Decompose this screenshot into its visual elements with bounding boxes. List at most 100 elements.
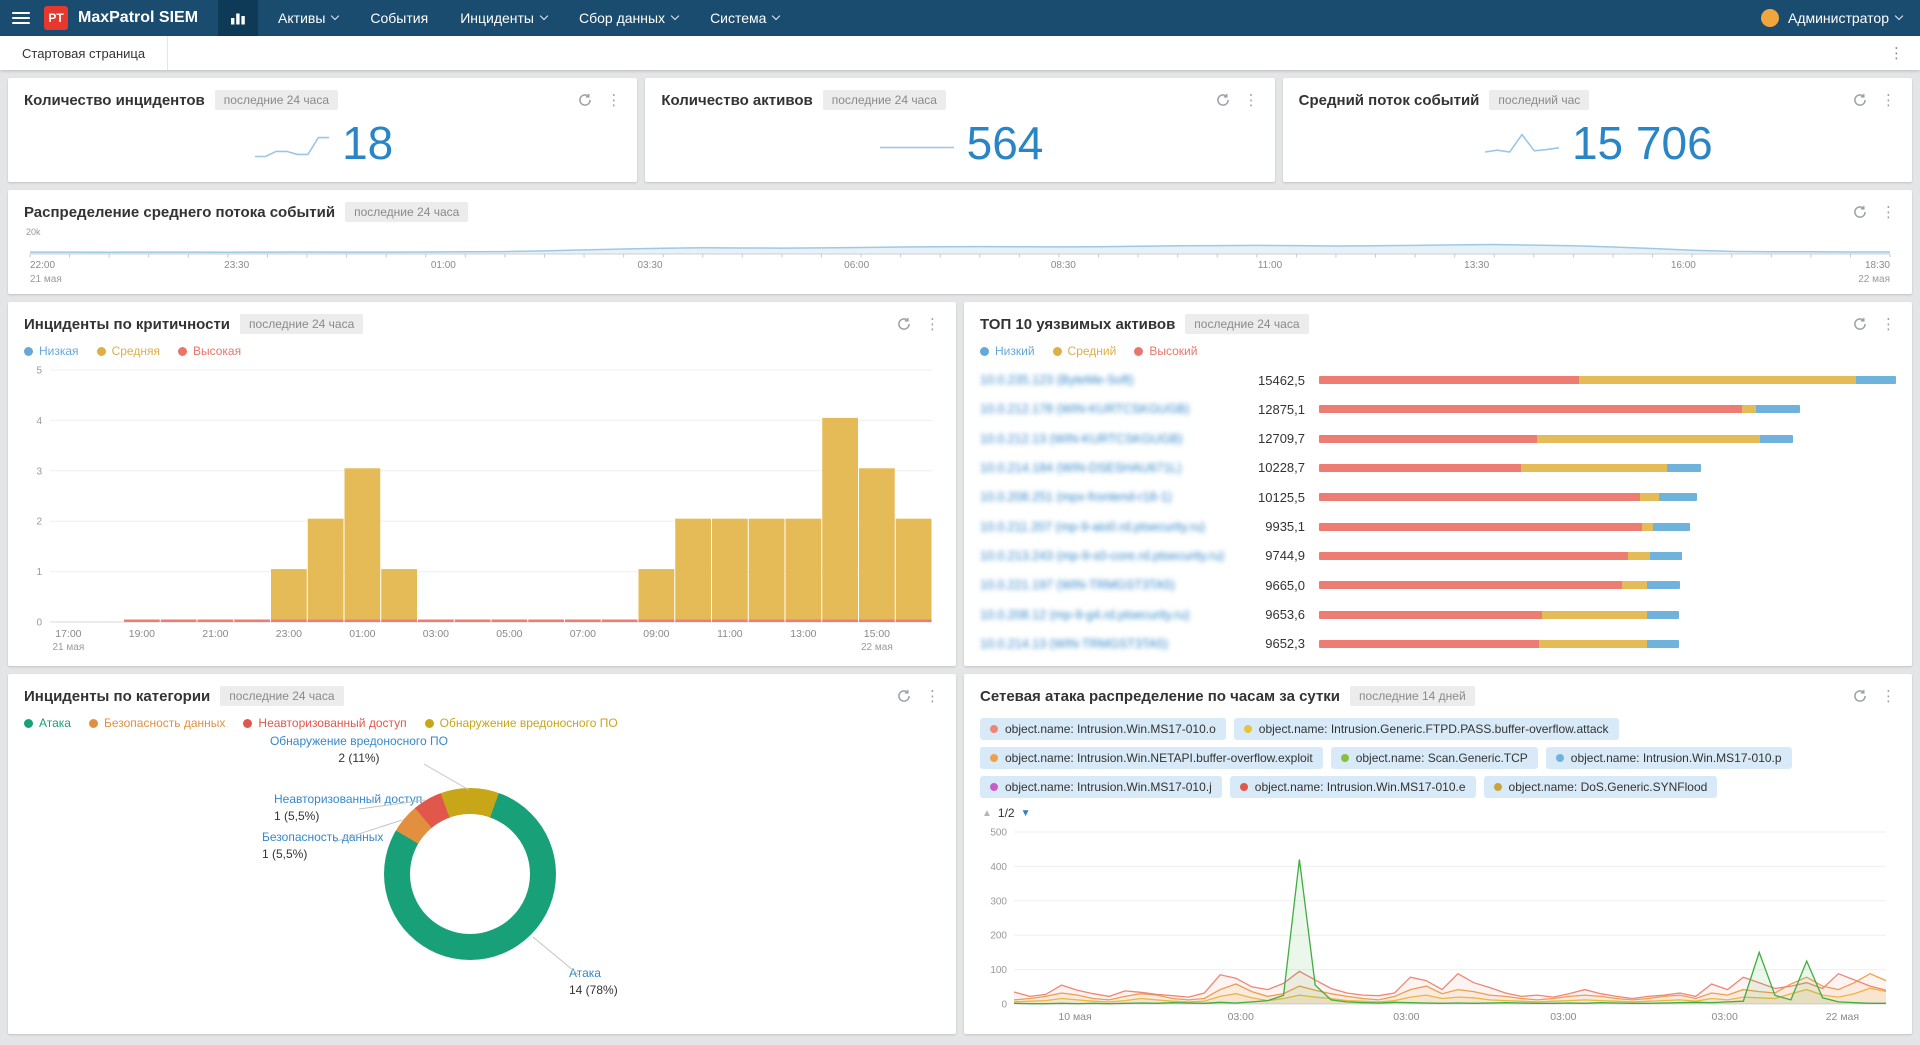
series-dot [990, 783, 998, 791]
card-head: Сетевая атака распределение по часам за … [980, 684, 1896, 708]
series-dot [1555, 754, 1564, 762]
refresh-button[interactable] [1853, 205, 1867, 219]
dashboard-icon-tile[interactable] [218, 0, 259, 36]
hamburger-menu-icon[interactable] [12, 12, 30, 24]
series-chip-6[interactable]: object.name: Intrusion.Win.MS17-010.j [980, 776, 1222, 798]
svg-text:18:30: 18:30 [1865, 260, 1890, 271]
categories-legend-item[interactable]: Обнаружение вредоносного ПО [424, 716, 618, 730]
pt-logo[interactable]: PT [44, 6, 68, 30]
asset-link[interactable]: 10.0.208.12 (mp-9-g4.rd.ptsecurity.ru) [980, 608, 1235, 622]
asset-link[interactable]: 10.0.214.13 (WIN-TRMGST3TA5) [980, 637, 1235, 651]
categories-legend-item[interactable]: Неавторизованный доступ [243, 716, 407, 730]
svg-text:20k: 20k [26, 227, 41, 237]
series-chip-label: object.name: Intrusion.Win.MS17-010.j [1005, 780, 1212, 794]
asset-link[interactable]: 10.0.212.13 (WIN-KURTCSKGUGB) [980, 432, 1235, 446]
user-menu[interactable]: Администратор [1788, 10, 1904, 26]
asset-row: 10.0.212.13 (WIN-KURTCSKGUGB) 12709,7 [980, 427, 1896, 451]
kebab-menu-icon[interactable]: ⋮ [1881, 91, 1896, 109]
series-chip-4[interactable]: object.name: Scan.Generic.TCP [1330, 747, 1538, 769]
asset-link[interactable]: 10.0.208.251 (mpx-frontend-r18-1) [980, 490, 1235, 504]
assets-legend-item[interactable]: Высокий [1134, 344, 1197, 358]
bar-segment-yellow [1641, 522, 1653, 531]
svg-text:22 мая: 22 мая [1858, 274, 1890, 285]
svg-text:13:00: 13:00 [790, 628, 816, 640]
legend-label: Низкий [995, 344, 1035, 358]
kebab-menu-icon[interactable]: ⋮ [606, 91, 621, 109]
user-avatar[interactable] [1760, 9, 1779, 27]
kebab-menu-icon[interactable]: ⋮ [1881, 687, 1896, 705]
refresh-button[interactable] [1216, 93, 1230, 107]
nav-item-5[interactable]: Система [694, 0, 795, 36]
card-eps-distribution: Распределение среднего потока событий пос… [8, 190, 1912, 294]
nav-item-4[interactable]: Сбор данных [563, 0, 694, 36]
severity-legend-item[interactable]: Высокая [177, 344, 241, 358]
series-chip-8[interactable]: object.name: DoS.Generic.SYNFlood [1483, 776, 1718, 798]
nav-item-1[interactable]: Активы [262, 0, 354, 36]
bar-segment-yellow [1537, 434, 1761, 443]
kebab-menu-icon[interactable]: ⋮ [1881, 315, 1896, 333]
series-chip-1[interactable]: object.name: Intrusion.Win.MS17-010.o [980, 718, 1226, 740]
nav-item-3[interactable]: Инциденты [444, 0, 563, 36]
kebab-menu-icon[interactable]: ⋮ [925, 687, 940, 705]
asset-link[interactable]: 10.0.214.184 (WIN-DSESHAU671L) [980, 461, 1235, 475]
asset-link[interactable]: 10.0.212.178 (WIN-KURTCSKGUGB) [980, 402, 1235, 416]
series-chip-5[interactable]: object.name: Intrusion.Win.MS17-010.p [1545, 747, 1792, 769]
pager-up-icon[interactable]: ▲ [982, 808, 992, 819]
tab-start-page[interactable]: Стартовая страница [0, 36, 169, 70]
refresh-button[interactable] [897, 317, 911, 331]
kpi-row: Количество инцидентов последние 24 часа ⋮ 1… [8, 78, 1912, 182]
series-dot [990, 754, 998, 762]
bar-segment-yellow [1621, 581, 1648, 590]
series-chip-3[interactable]: object.name: Intrusion.Win.NETAPI.buffer… [980, 747, 1323, 769]
nav-item-2[interactable]: События [354, 0, 444, 36]
asset-link[interactable]: 10.0.213.243 (mp-9-s0-core.rd.ptsecurity… [980, 549, 1235, 563]
bar-segment-red [1319, 639, 1539, 648]
kebab-menu-icon[interactable]: ⋮ [1881, 203, 1896, 221]
severity-legend-item[interactable]: Средняя [96, 344, 160, 358]
kebab-menu-icon[interactable]: ⋮ [925, 315, 940, 333]
kebab-menu-icon[interactable]: ⋮ [1244, 91, 1259, 109]
legend-label: Атака [39, 716, 71, 730]
svg-text:17:00: 17:00 [55, 628, 81, 640]
svg-text:22 мая: 22 мая [1826, 1011, 1859, 1023]
pager-down-icon[interactable]: ▼ [1021, 808, 1031, 819]
asset-link[interactable]: 10.0.221.197 (WIN-TRMGST3TA5) [980, 578, 1235, 592]
callout-label[interactable]: Обнаружение вредоносного ПО [229, 734, 489, 749]
kpi-body: 18 [24, 112, 621, 172]
svg-text:03:00: 03:00 [1393, 1011, 1419, 1023]
svg-text:23:00: 23:00 [276, 628, 302, 640]
assets-legend-item[interactable]: Средний [1052, 344, 1117, 358]
asset-value: 12875,1 [1258, 401, 1305, 417]
callout-unauthorized-access: Неавторизованный доступ 1 (5,5%) [274, 792, 422, 824]
legend-label: Высокий [1149, 344, 1198, 358]
bar-segment-yellow [1627, 551, 1650, 560]
series-chip-2[interactable]: object.name: Intrusion.Generic.FTPD.PASS… [1233, 718, 1619, 740]
svg-text:21 мая: 21 мая [52, 642, 84, 653]
categories-legend-item[interactable]: Безопасность данных [88, 716, 225, 730]
svg-text:01:00: 01:00 [349, 628, 375, 640]
asset-bar-track [1319, 463, 1896, 472]
time-range-badge: последние 24 часа [345, 202, 469, 222]
tabbar-kebab-icon[interactable]: ⋮ [1873, 36, 1920, 70]
severity-legend-item[interactable]: Низкая [24, 344, 79, 358]
svg-text:21:00: 21:00 [202, 628, 228, 640]
assets-legend-item[interactable]: Низкий [980, 344, 1035, 358]
asset-link[interactable]: 10.0.211.207 (mp-9-aio0.rd.ptsecurity.ru… [980, 520, 1235, 534]
legend-label: Средний [1067, 344, 1117, 358]
refresh-button[interactable] [578, 93, 592, 107]
callout-label[interactable]: Неавторизованный доступ [274, 792, 422, 807]
svg-text:07:00: 07:00 [570, 628, 596, 640]
series-chip-label: object.name: Intrusion.Win.MS17-010.o [1005, 722, 1216, 736]
categories-legend-item[interactable]: Атака [24, 716, 71, 730]
series-dot [990, 725, 998, 733]
series-chip-label: object.name: Intrusion.Win.MS17-010.p [1570, 751, 1782, 765]
bar-segment-blue [1659, 493, 1697, 502]
asset-link[interactable]: 10.0.235.123 (ByteMe-Soft) [980, 373, 1235, 387]
refresh-button[interactable] [1853, 317, 1867, 331]
refresh-button[interactable] [1853, 93, 1867, 107]
callout-label[interactable]: Безопасность данных [262, 830, 383, 845]
callout-label[interactable]: Атака [569, 966, 618, 981]
refresh-button[interactable] [1853, 689, 1867, 703]
refresh-button[interactable] [897, 689, 911, 703]
series-chip-7[interactable]: object.name: Intrusion.Win.MS17-010.e [1229, 776, 1476, 798]
